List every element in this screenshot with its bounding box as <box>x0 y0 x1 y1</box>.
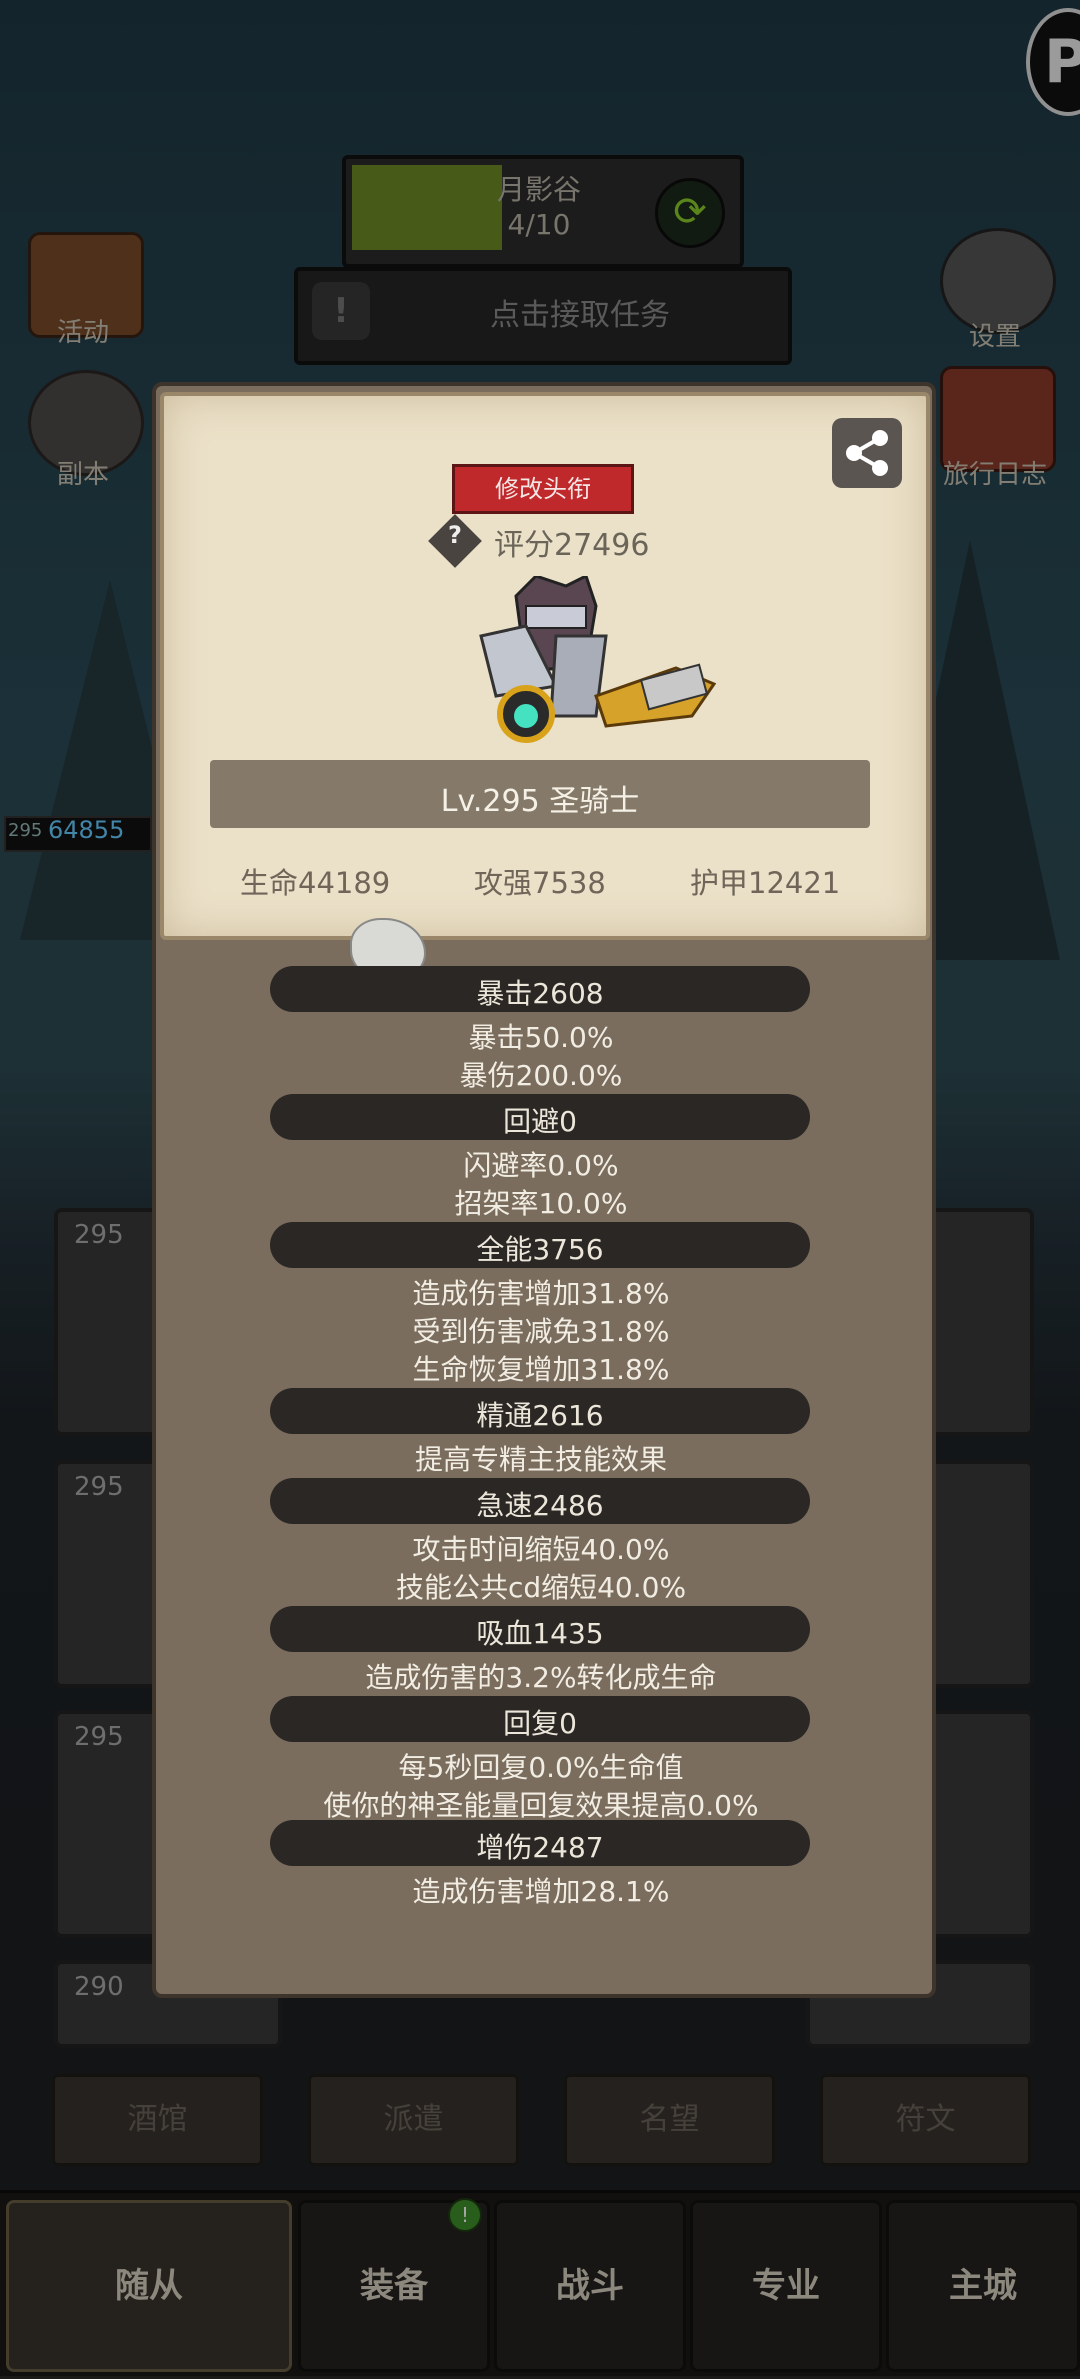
stat-line: 使你的神圣能量回复效果提高0.0% <box>323 1789 759 1822</box>
character-level-class: Lv.295 圣骑士 <box>440 784 640 819</box>
stat-line: 暴击50.0% <box>468 1021 614 1054</box>
help-question-mark: ? <box>448 521 462 549</box>
paladin-character-sprite <box>456 573 717 756</box>
section-mastery: 精通2616 <box>476 1399 604 1432</box>
section-regen: 回复0 <box>503 1707 577 1740</box>
share-icon[interactable] <box>832 418 902 488</box>
section-crit: 暴击2608 <box>476 977 604 1010</box>
stat-line: 技能公共cd缩短40.0% <box>395 1571 687 1604</box>
stat-line: 造成伤害的3.2%转化成生命 <box>365 1661 717 1694</box>
stat-line: 暴伤200.0% <box>459 1059 623 1092</box>
stat-line: 攻击时间缩短40.0% <box>412 1533 670 1566</box>
section-avoidance: 回避0 <box>503 1105 577 1138</box>
stat-line: 招架率10.0% <box>454 1187 628 1220</box>
stat-line: 闪避率0.0% <box>463 1149 619 1182</box>
stat-attack-power: 攻强7538 <box>474 866 606 900</box>
stat-line: 每5秒回复0.0%生命值 <box>398 1751 684 1784</box>
rating-score: 评分27496 <box>494 528 650 563</box>
stat-hp: 生命44189 <box>240 866 391 900</box>
stat-line: 造成伤害增加31.8% <box>412 1277 670 1310</box>
section-haste: 急速2486 <box>476 1489 604 1522</box>
section-leech: 吸血1435 <box>476 1617 604 1650</box>
stat-armor: 护甲12421 <box>690 866 841 900</box>
edit-title-button[interactable]: 修改头衔 <box>452 464 634 514</box>
stat-line: 造成伤害增加28.1% <box>412 1875 670 1908</box>
stat-line: 提高专精主技能效果 <box>414 1443 667 1476</box>
section-versatility: 全能3756 <box>476 1233 604 1266</box>
section-damage-bonus: 增伤2487 <box>476 1831 604 1864</box>
stat-line: 受到伤害减免31.8% <box>412 1315 670 1348</box>
stat-line: 生命恢复增加31.8% <box>412 1353 670 1386</box>
